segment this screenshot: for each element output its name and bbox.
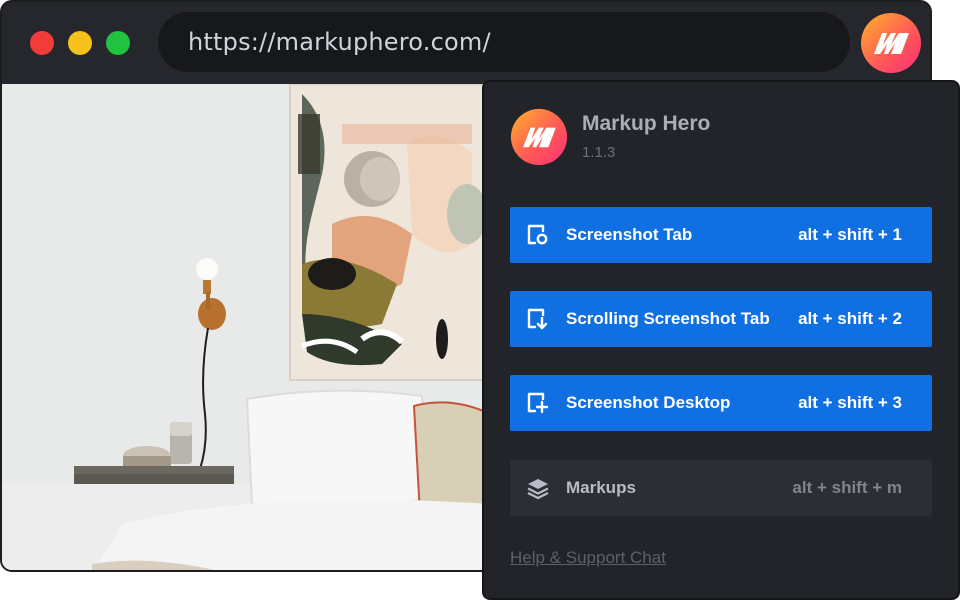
address-bar[interactable]: https://markuphero.com/ [158,12,850,72]
scrolling-screenshot-icon [527,308,548,330]
markups-label: Markups [566,478,636,497]
screenshot-tab-label: Screenshot Tab [566,225,693,244]
screenshot-tab-icon [527,224,548,245]
app-name: Markup Hero [582,112,711,135]
markup-hero-logo-icon [510,108,568,166]
help-support-chat-link[interactable]: Help & Support Chat [510,548,666,568]
maximize-window-button[interactable] [106,31,130,55]
screenshot-desktop-shortcut: alt + shift + 3 [798,393,902,412]
screenshot-tab-button[interactable]: Screenshot Tab alt + shift + 1 [510,207,932,263]
screenshot-desktop-label: Screenshot Desktop [566,393,731,412]
markups-shortcut: alt + shift + m [792,478,902,497]
close-window-button[interactable] [30,31,54,55]
app-version: 1.1.3 [582,144,616,161]
screenshot-desktop-button[interactable]: Screenshot Desktop alt + shift + 3 [510,375,932,431]
markup-hero-extension-icon[interactable] [860,12,922,74]
minimize-window-button[interactable] [68,31,92,55]
layers-icon [527,479,549,500]
scrolling-screenshot-tab-label: Scrolling Screenshot Tab [566,309,770,328]
browser-titlebar: https://markuphero.com/ [2,2,930,84]
screenshot-desktop-icon [527,392,549,414]
scrolling-screenshot-tab-button[interactable]: Scrolling Screenshot Tab alt + shift + 2 [510,291,932,347]
scrolling-screenshot-tab-shortcut: alt + shift + 2 [798,309,902,328]
markups-button[interactable]: Markups alt + shift + m [510,460,932,516]
extension-popup: Markup Hero 1.1.3 Screenshot Tab alt + s… [482,80,960,600]
screenshot-tab-shortcut: alt + shift + 1 [798,225,902,244]
